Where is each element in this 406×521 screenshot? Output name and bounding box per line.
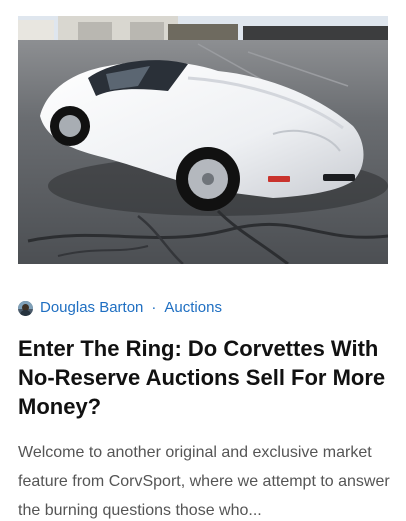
author-avatar[interactable] [18, 300, 33, 316]
article-image[interactable] [18, 16, 388, 264]
post-meta: Douglas Barton · Auctions [18, 299, 388, 317]
article-title[interactable]: Enter The Ring: Do Corvettes With No-Res… [18, 334, 390, 421]
author-link[interactable]: Douglas Barton [40, 299, 143, 317]
meta-separator: · [151, 299, 157, 316]
category-link[interactable]: Auctions [164, 299, 222, 317]
article-excerpt: Welcome to another original and exclusiv… [18, 444, 390, 519]
article-card: Douglas Barton · Auctions Enter The Ring… [18, 16, 390, 521]
